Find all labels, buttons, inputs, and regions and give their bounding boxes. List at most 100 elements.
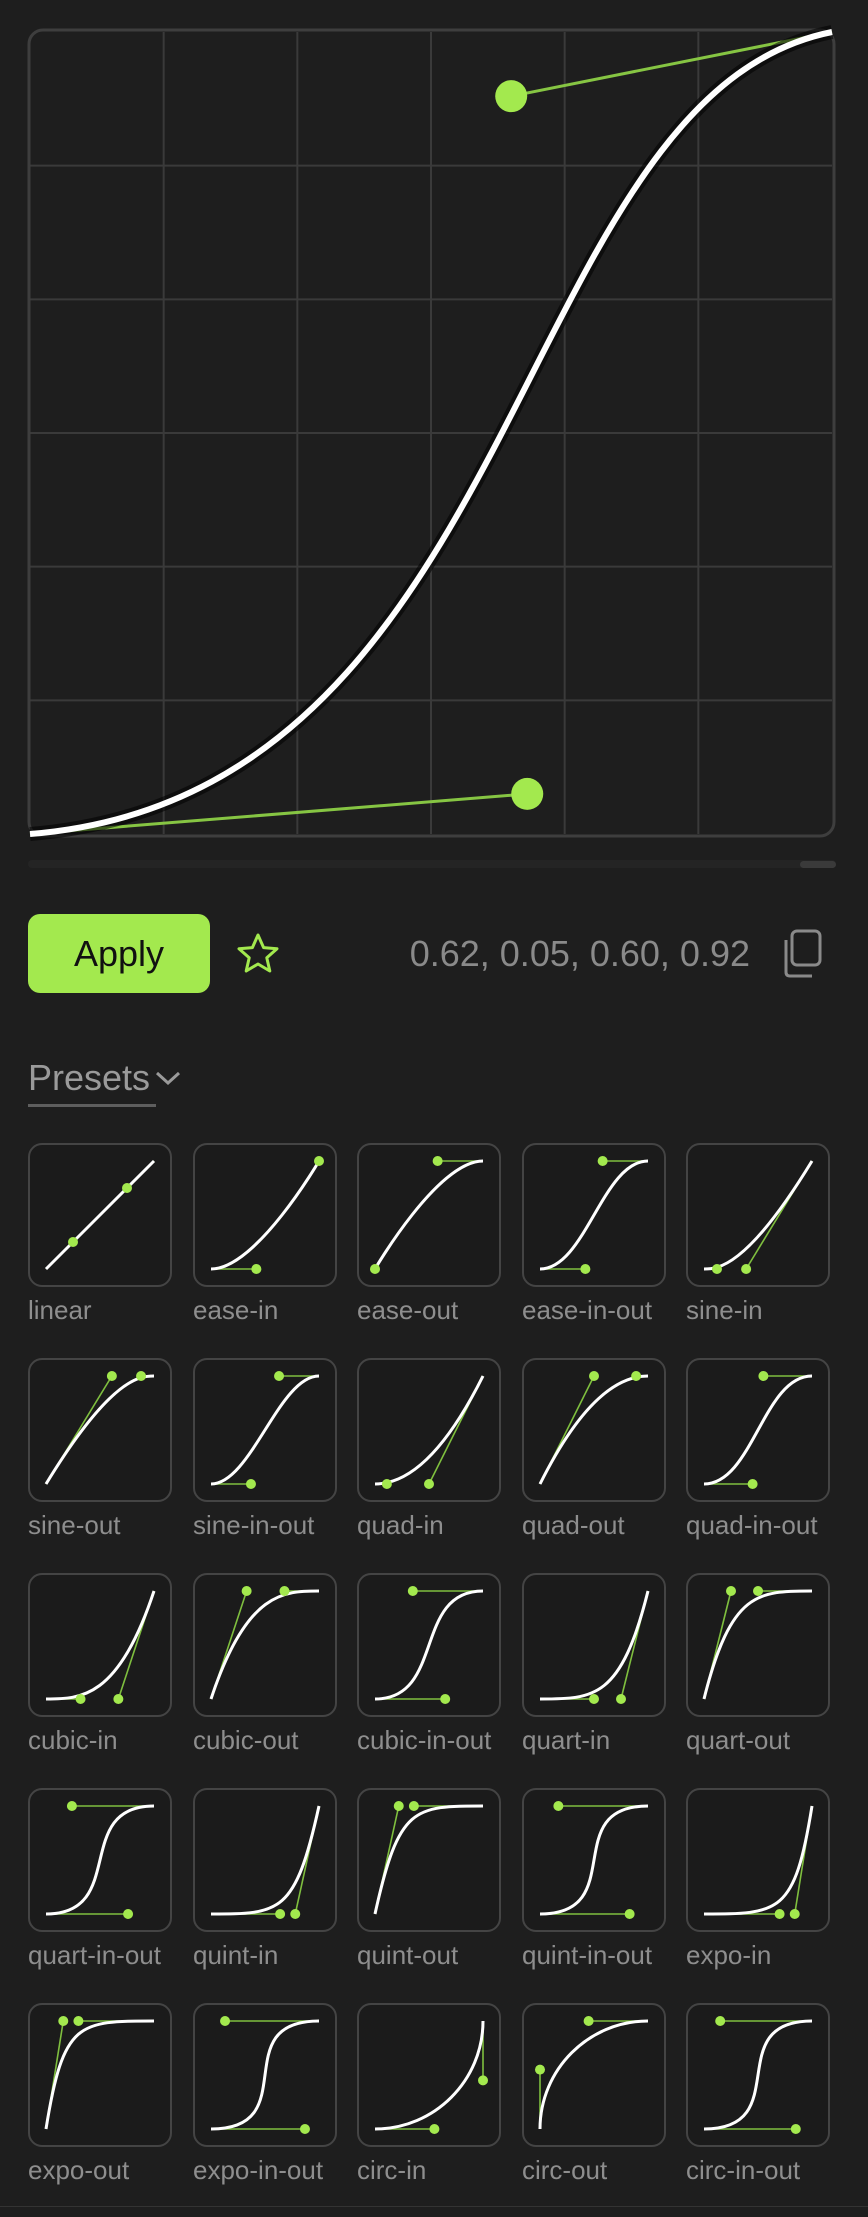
preset-thumbnail <box>522 1358 666 1502</box>
preset-circ-in-out[interactable]: circ-in-out <box>686 2003 834 2189</box>
control-point-2[interactable] <box>495 80 528 113</box>
preset-quint-in-out[interactable]: quint-in-out <box>522 1788 670 1974</box>
preset-quart-out[interactable]: quart-out <box>686 1573 834 1759</box>
preset-curve <box>373 1804 484 1915</box>
preset-label: circ-in-out <box>686 2155 801 2185</box>
preset-cubic-in[interactable]: cubic-in <box>28 1573 176 1759</box>
preset-label: circ-out <box>522 2155 608 2185</box>
preset-ease-out[interactable]: ease-out <box>357 1143 505 1329</box>
preset-thumbnail <box>193 1788 337 1932</box>
preset-label: quint-in <box>193 1940 279 1970</box>
preset-curve-graphic <box>210 1156 324 1274</box>
preset-circ-in[interactable]: circ-in <box>357 2003 505 2189</box>
preset-label: quart-in-out <box>28 1940 161 1970</box>
preset-control-point-2 <box>553 1801 564 1811</box>
preset-thumbnail <box>522 1788 666 1932</box>
preset-thumbnail <box>522 2003 666 2147</box>
preset-control-point-2 <box>274 1371 285 1381</box>
preset-label: sine-out <box>28 1510 121 1540</box>
preset-curve-graphic <box>45 1801 155 1919</box>
preset-expo-in[interactable]: expo-in <box>686 1788 834 1974</box>
presets-toggle[interactable]: Presets <box>28 1050 182 1106</box>
preset-control-point-2 <box>73 2016 84 2026</box>
preset-curve <box>44 2019 155 2130</box>
apply-button[interactable]: Apply <box>28 914 210 993</box>
preset-curve-graphic <box>45 1590 156 1704</box>
preset-control-point-1 <box>774 1909 785 1919</box>
preset-sine-in[interactable]: sine-in <box>686 1143 834 1329</box>
preset-control-point-2 <box>741 1264 752 1274</box>
preset-thumbnail <box>357 1358 501 1502</box>
preset-curve-graphic <box>209 1586 320 1700</box>
preset-curve <box>44 1374 155 1485</box>
preset-linear[interactable]: linear <box>28 1143 176 1329</box>
scrollbar-track[interactable] <box>28 860 836 868</box>
preset-sine-in-out[interactable]: sine-in-out <box>193 1358 341 1544</box>
preset-control-point-2 <box>432 1156 443 1166</box>
preset-control-point-1 <box>440 1694 451 1704</box>
preset-curve-graphic <box>702 1586 813 1700</box>
copy-icon <box>784 929 822 978</box>
preset-quart-in-out[interactable]: quart-in-out <box>28 1788 176 1974</box>
preset-control-point-2 <box>407 1586 418 1596</box>
preset-curve-graphic <box>210 1805 321 1919</box>
preset-quad-in-out[interactable]: quad-in-out <box>686 1358 834 1544</box>
preset-label: quint-in-out <box>522 1940 653 1970</box>
preset-control-point-2 <box>290 1909 301 1919</box>
star-icon <box>237 933 279 973</box>
preset-curve <box>374 1375 485 1486</box>
preset-control-point-1 <box>106 1371 117 1381</box>
preset-curve-graphic <box>44 2016 155 2130</box>
preset-control-point-2 <box>113 1694 124 1704</box>
preset-curve-graphic <box>374 2020 488 2134</box>
preset-label: ease-in <box>193 1295 279 1325</box>
preset-quart-in[interactable]: quart-in <box>522 1573 670 1759</box>
preset-curve-graphic <box>374 1375 485 1489</box>
preset-cubic-in-out[interactable]: cubic-in-out <box>357 1573 505 1759</box>
preset-ease-in-out[interactable]: ease-in-out <box>522 1143 670 1329</box>
preset-control-point-2 <box>616 1694 626 1704</box>
preset-curve-graphic <box>539 1156 649 1274</box>
preset-thumbnail <box>28 1358 172 1502</box>
preset-quint-in[interactable]: quint-in <box>193 1788 341 1974</box>
preset-curve <box>210 1805 321 1916</box>
scrollbar-thumb[interactable] <box>800 861 836 868</box>
preset-control-point-2 <box>758 1371 769 1381</box>
preset-control-point-2 <box>478 2075 488 2086</box>
preset-curve <box>210 1374 320 1486</box>
preset-control-point-2 <box>408 1801 419 1811</box>
preset-thumbnail <box>686 2003 830 2147</box>
preset-thumbnail <box>357 2003 501 2147</box>
preset-label: circ-in <box>357 2155 427 2185</box>
preset-control-point-1 <box>68 1237 78 1247</box>
preset-expo-out[interactable]: expo-out <box>28 2003 176 2189</box>
curve-editor[interactable] <box>0 0 868 880</box>
preset-quad-in[interactable]: quad-in <box>357 1358 505 1544</box>
preset-thumbnail <box>686 1573 830 1717</box>
preset-curve-graphic <box>210 2016 320 2134</box>
preset-curve-graphic <box>44 1159 156 1271</box>
preset-ease-in[interactable]: ease-in <box>193 1143 341 1329</box>
preset-label: ease-out <box>357 1295 459 1325</box>
preset-curve <box>44 1159 156 1271</box>
preset-quad-out[interactable]: quad-out <box>522 1358 670 1544</box>
control-point-1[interactable] <box>511 777 544 810</box>
preset-expo-in-out[interactable]: expo-in-out <box>193 2003 341 2189</box>
preset-thumbnail <box>522 1143 666 1287</box>
preset-cubic-out[interactable]: cubic-out <box>193 1573 341 1759</box>
preset-curve-graphic <box>538 1371 649 1485</box>
preset-control-point-1 <box>747 1479 758 1489</box>
preset-control-point-2 <box>122 1183 132 1193</box>
preset-label: quint-out <box>357 1940 459 1970</box>
preset-sine-out[interactable]: sine-out <box>28 1358 176 1544</box>
preset-control-point-1 <box>711 1264 722 1274</box>
preset-control-point-1 <box>370 1264 380 1274</box>
preset-control-point-2 <box>715 2016 726 2026</box>
favorite-button[interactable] <box>233 929 283 979</box>
preset-quint-out[interactable]: quint-out <box>357 1788 505 1974</box>
preset-curve-graphic <box>373 1801 484 1915</box>
preset-label: cubic-in <box>28 1725 118 1755</box>
preset-curve <box>539 1159 649 1271</box>
preset-circ-out[interactable]: circ-out <box>522 2003 670 2189</box>
copy-button[interactable] <box>778 928 826 980</box>
